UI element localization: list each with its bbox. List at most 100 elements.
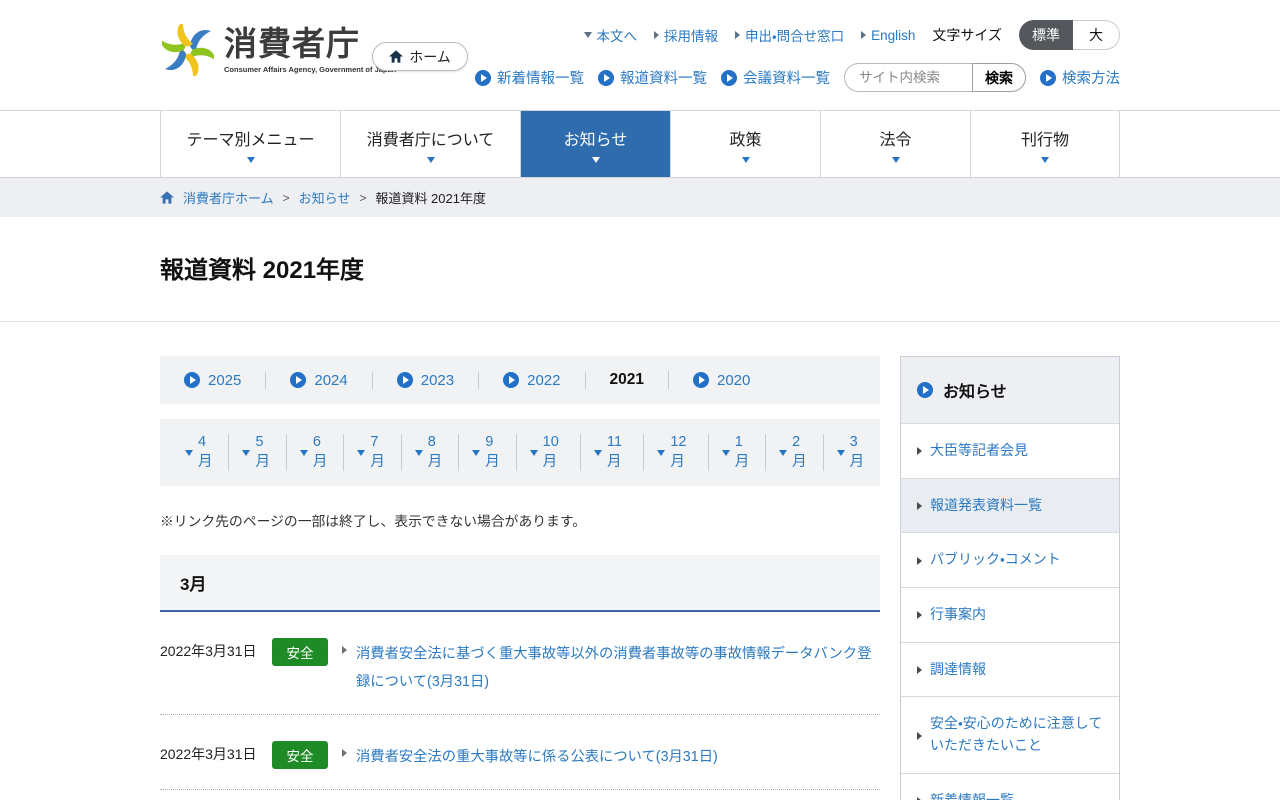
quick-links-row: 新着情報一覧 報道資料一覧 会議資料一覧 検索 検索方法 — [475, 63, 1120, 92]
year-tab-2025[interactable]: 2025 — [160, 371, 267, 389]
month-section-heading: 3月 — [160, 555, 880, 612]
agency-name: 消費者庁 — [224, 25, 360, 63]
month-link-6[interactable]: 6月 — [287, 434, 345, 471]
press-list-link[interactable]: 報道資料一覧 — [598, 67, 707, 88]
circle-arrow-icon — [396, 372, 413, 388]
month-link-10[interactable]: 10月 — [517, 434, 581, 471]
circle-arrow-icon — [721, 69, 737, 86]
month-link-7[interactable]: 7月 — [344, 434, 402, 471]
chevron-right-icon — [861, 31, 867, 39]
month-link-4[interactable]: 4月 — [172, 434, 230, 471]
nav-news[interactable]: お知らせ — [520, 111, 670, 177]
chevron-right-icon — [654, 31, 660, 39]
chevron-down-icon — [414, 449, 423, 456]
new-info-list-link[interactable]: 新着情報一覧 — [475, 67, 584, 88]
year-tab-2020[interactable]: 2020 — [669, 372, 774, 389]
chevron-right-icon — [917, 447, 922, 456]
sidebar-item-public-comment[interactable]: パブリック・コメント — [901, 532, 1119, 588]
release-date: 2022年3月31日 — [160, 745, 257, 762]
category-badge: 安全 — [272, 740, 328, 769]
disclaimer-note: ※リンク先のページの一部は終了し、表示できない場合があります。 — [160, 514, 587, 529]
nav-laws[interactable]: 法令 — [820, 111, 970, 177]
chevron-down-icon — [891, 156, 900, 163]
chevron-down-icon — [779, 449, 788, 456]
circle-arrow-icon — [184, 372, 200, 388]
chevron-right-icon — [917, 731, 922, 740]
nav-policy[interactable]: 政策 — [670, 111, 820, 177]
month-link-3[interactable]: 3月 — [824, 434, 880, 471]
breadcrumb-current: 報道資料 2021年度 — [375, 191, 486, 206]
month-link-9[interactable]: 9月 — [459, 434, 517, 471]
circle-arrow-icon — [1040, 69, 1056, 86]
chevron-right-icon — [917, 666, 922, 675]
chevron-down-icon — [721, 449, 730, 456]
sidebar-item-safety-cautions[interactable]: 安全・安心のために注意していただきたいこと — [901, 696, 1119, 773]
to-main-content-link[interactable]: 本文へ — [583, 25, 637, 45]
home-icon — [160, 191, 174, 204]
home-button[interactable]: ホーム — [372, 42, 468, 71]
chevron-down-icon — [426, 156, 435, 163]
page-title: 報道資料 2021年度 — [160, 257, 365, 284]
chevron-down-icon — [1041, 156, 1049, 163]
chevron-down-icon — [593, 449, 602, 456]
search-input[interactable] — [844, 63, 972, 92]
release-link[interactable]: 消費者安全法の重大事故等に係る公表について(3月31日) — [356, 744, 718, 772]
month-link-5[interactable]: 5月 — [229, 434, 287, 471]
year-tabs: 2025 2024 2023 2022 2021 2020 — [160, 356, 880, 404]
page-title-section: 報道資料 2021年度 — [0, 217, 1280, 322]
circle-arrow-icon — [290, 372, 307, 388]
search-button[interactable]: 検索 — [972, 63, 1026, 92]
release-row: 2022年3月31日 安全 消費者安全法に基づく重大事故等以外の消費者事故等の事… — [160, 612, 880, 715]
global-nav: テーマ別メニュー 消費者庁について お知らせ 政策 法令 刊行物 — [0, 110, 1280, 178]
release-link[interactable]: 消費者安全法に基づく重大事故等以外の消費者事故等の事故情報データバンク登録につい… — [356, 641, 880, 697]
sidebar-item-press-conference[interactable]: 大臣等記者会見 — [901, 423, 1119, 478]
chevron-down-icon — [591, 156, 600, 163]
sidebar-item-procurement[interactable]: 調達情報 — [901, 641, 1119, 697]
month-link-11[interactable]: 11月 — [581, 434, 645, 471]
circle-arrow-icon — [475, 69, 491, 86]
nav-theme-menu[interactable]: テーマ別メニュー — [160, 111, 340, 177]
chevron-down-icon — [741, 156, 750, 163]
month-link-2[interactable]: 2月 — [766, 434, 824, 471]
chevron-down-icon — [299, 449, 308, 456]
sidebar-item-press-releases[interactable]: 報道発表資料一覧 — [901, 477, 1119, 533]
release-row: 2022年3月31日 表示 認知機能に係る機能性を標ぼうする機能性表示食品の表示… — [160, 790, 880, 800]
year-tab-2021-current: 2021 — [586, 371, 669, 389]
sidebar-item-new-info[interactable]: 新着情報一覧 — [901, 772, 1119, 800]
main-content: 2025 2024 2023 2022 2021 2020 4月 5月 6月 7… — [160, 356, 880, 800]
sidebar-title: お知らせ — [901, 357, 1119, 423]
font-size-standard-button[interactable]: 標準 — [1019, 20, 1073, 50]
month-link-12[interactable]: 12月 — [644, 434, 709, 471]
chevron-right-icon — [917, 502, 922, 511]
site-search: 検索 — [844, 63, 1026, 92]
breadcrumb-section-link[interactable]: お知らせ — [299, 188, 351, 207]
home-icon — [389, 50, 404, 63]
utility-links: 本文へ 採用情報 申出・問合せ窓口 English 文字サイズ 標準 大 — [583, 20, 1120, 50]
font-size-large-button[interactable]: 大 — [1073, 20, 1120, 50]
circle-arrow-icon — [598, 69, 614, 86]
search-help-link[interactable]: 検索方法 — [1040, 67, 1120, 88]
agency-logo[interactable]: 消費者庁 Consumer Affairs Agency, Government… — [162, 24, 396, 76]
chevron-right-icon — [342, 646, 347, 654]
month-link-8[interactable]: 8月 — [402, 434, 460, 471]
year-tab-2024[interactable]: 2024 — [266, 371, 373, 389]
chevron-down-icon — [583, 32, 592, 38]
chevron-right-icon — [917, 611, 922, 620]
chevron-down-icon — [242, 449, 251, 456]
font-size-toggle: 標準 大 — [1019, 20, 1120, 50]
nav-about[interactable]: 消費者庁について — [340, 111, 520, 177]
font-size-label: 文字サイズ — [932, 27, 1002, 43]
nav-publications[interactable]: 刊行物 — [970, 111, 1120, 177]
recruit-link[interactable]: 採用情報 — [654, 25, 718, 45]
meeting-list-link[interactable]: 会議資料一覧 — [721, 67, 830, 88]
english-link[interactable]: English — [861, 28, 915, 43]
breadcrumb-home-link[interactable]: 消費者庁ホーム — [183, 188, 274, 207]
chevron-right-icon — [917, 556, 922, 565]
chevron-down-icon — [357, 449, 366, 456]
year-tab-2022[interactable]: 2022 — [479, 371, 586, 389]
month-link-1[interactable]: 1月 — [709, 434, 767, 471]
inquiry-link[interactable]: 申出・問合せ窓口 — [735, 25, 844, 45]
sidebar-item-events[interactable]: 行事案内 — [901, 587, 1119, 642]
year-tab-2023[interactable]: 2023 — [373, 371, 480, 389]
release-date: 2022年3月31日 — [160, 643, 257, 659]
